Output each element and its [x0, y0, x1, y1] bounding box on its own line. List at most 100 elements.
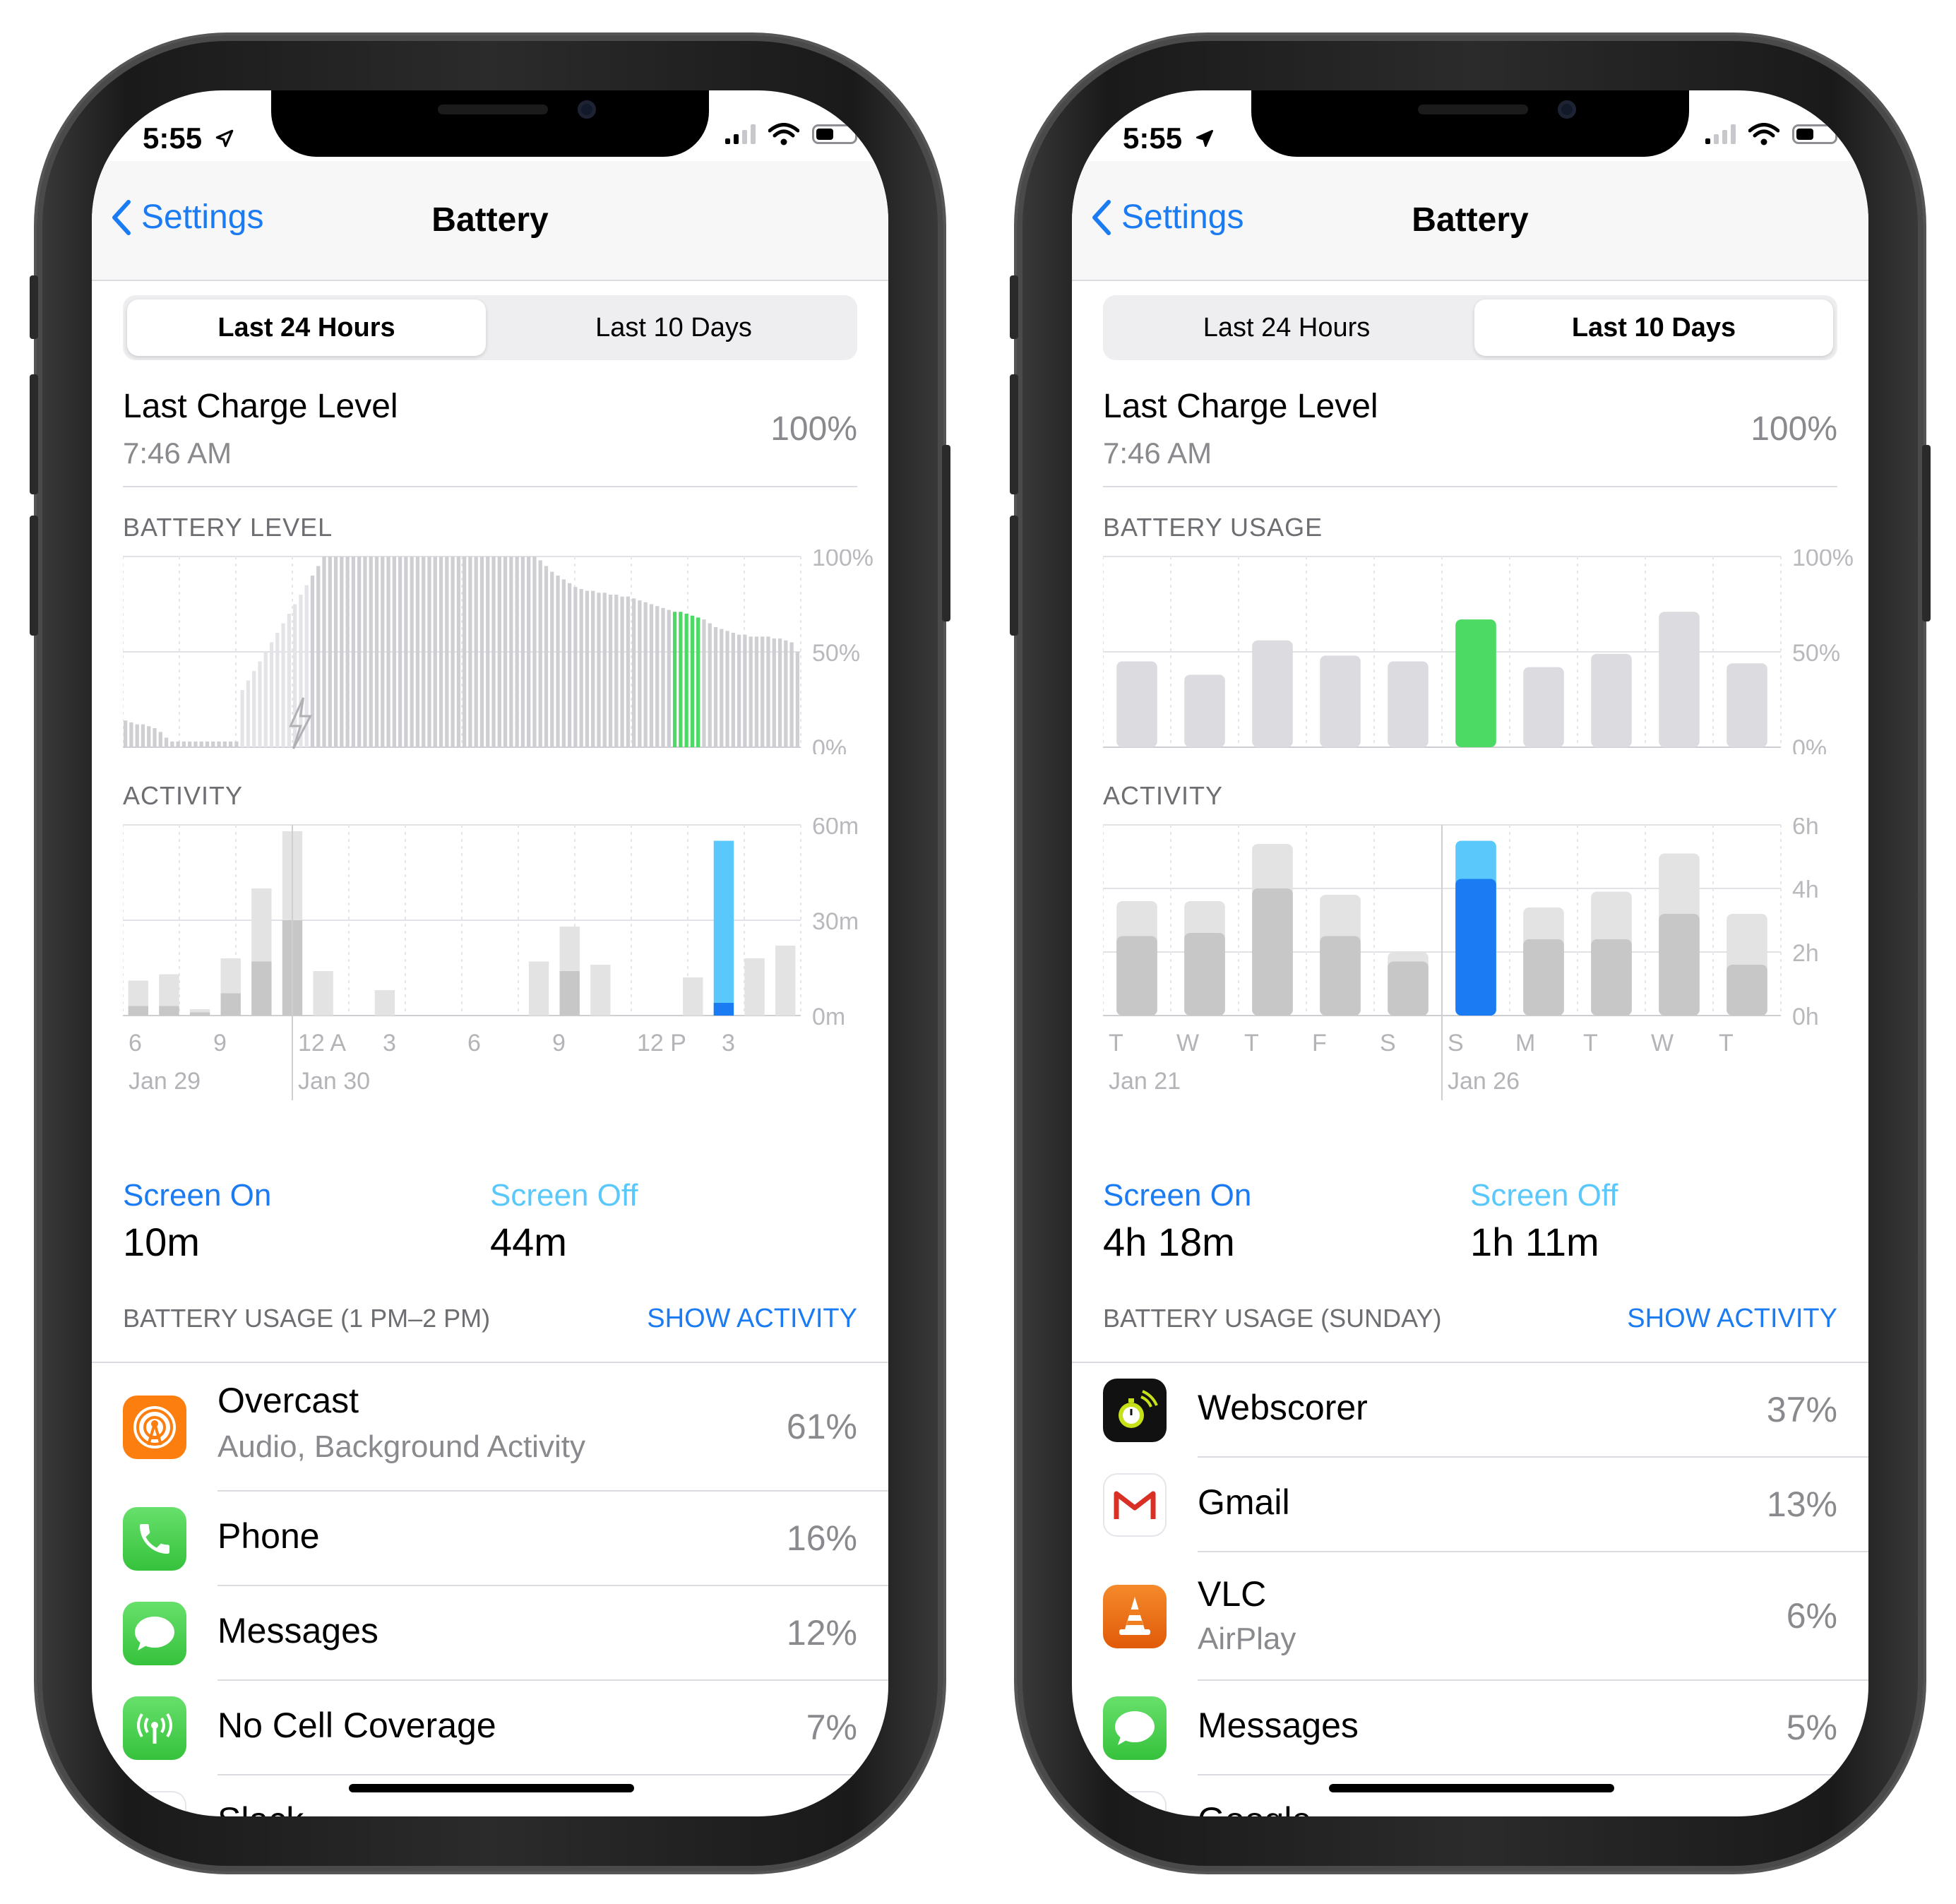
google-icon	[1103, 1791, 1167, 1816]
time-range-segmented-control: Last 24 Hours Last 10 Days	[1103, 295, 1837, 360]
show-activity-button[interactable]: SHOW ACTIVITY	[647, 1304, 857, 1334]
battery-level-bar	[486, 557, 490, 747]
x-tick-label: S	[1380, 1030, 1396, 1057]
battery-level-bar	[263, 652, 268, 747]
app-percentage: 12%	[786, 1613, 857, 1653]
x-tick-label: W	[1176, 1030, 1199, 1057]
app-subtitle: AirPlay	[1198, 1622, 1296, 1656]
battery-level-bar	[655, 606, 660, 747]
battery-level-bar	[222, 741, 227, 747]
battery-level-bar	[597, 593, 601, 747]
screen-on-value: 10m	[123, 1220, 200, 1264]
app-row-no-cell-coverage[interactable]: No Cell Coverage 7%	[92, 1681, 888, 1775]
last-charge-time: 7:46 AM	[123, 436, 232, 470]
app-row-overcast[interactable]: Overcast Audio, Background Activity 61%	[92, 1363, 888, 1492]
status-icons	[1705, 123, 1841, 145]
battery-level-bar	[433, 557, 437, 747]
screen-on-bar	[1252, 888, 1293, 1016]
battery-level-bar	[363, 557, 367, 747]
y-tick-label: 50%	[1792, 640, 1840, 667]
x-tick-label: 12 P	[637, 1030, 686, 1057]
battery-level-bar	[544, 566, 549, 747]
screen-off-value: 44m	[490, 1220, 567, 1264]
activity-label: ACTIVITY	[1103, 781, 1224, 810]
app-percentage: 5%	[1786, 1708, 1837, 1747]
screen-on-bar	[559, 971, 580, 1016]
y-tick-label: 60m	[812, 818, 859, 840]
battery-level-bar	[181, 741, 186, 747]
app-row-phone[interactable]: Phone 16%	[92, 1492, 888, 1586]
signal-icon	[725, 124, 756, 144]
phone-right: 5:55 Settings Battery Last 24 Hours Last…	[1010, 35, 1931, 1872]
segment-last-10-days[interactable]: Last 10 Days	[494, 299, 853, 356]
app-row-messages[interactable]: Messages 5%	[1072, 1681, 1868, 1775]
screen-on-bar	[1659, 914, 1700, 1016]
app-usage-list: Webscorer 37% Gmail 13% VLC AirPlay 6% M…	[1072, 1362, 1868, 1816]
battery-level-bar	[176, 741, 180, 747]
app-percentage: 13%	[1766, 1484, 1837, 1524]
messages-icon	[123, 1602, 186, 1665]
battery-level-bar	[509, 557, 513, 747]
app-row-google[interactable]: Google 5%	[1072, 1775, 1868, 1816]
battery-level-bar	[340, 557, 344, 747]
screen-on-label: Screen On	[123, 1178, 272, 1213]
battery-icon	[1792, 124, 1841, 144]
battery-level-bar	[684, 614, 688, 747]
battery-level-bar	[415, 557, 420, 747]
screen-on-bar	[713, 1003, 734, 1016]
battery-level-bar	[234, 741, 239, 747]
x-tick-label: 3	[722, 1030, 735, 1057]
app-percentage: 4%	[806, 1802, 857, 1816]
x-tick-label: T	[1583, 1030, 1598, 1057]
last-charge-row: Last Charge Level 7:46 AM 100%	[123, 373, 857, 487]
phone-icon	[123, 1507, 186, 1571]
battery-level-bar	[269, 642, 274, 747]
battery-level-bar	[649, 604, 654, 747]
battery-level-bar	[322, 557, 326, 747]
segment-last-24-hours[interactable]: Last 24 Hours	[1107, 299, 1466, 356]
battery-level-bar	[784, 640, 788, 747]
screen-on-bar	[251, 961, 272, 1016]
battery-level-bar	[240, 690, 244, 747]
screen: 5:55 Settings Battery Last 24 Hours Last…	[92, 90, 888, 1816]
battery-icon	[812, 124, 861, 144]
battery-level-bar	[795, 652, 799, 747]
app-name: Gmail	[1198, 1482, 1290, 1522]
app-row-gmail[interactable]: Gmail 13%	[1072, 1458, 1868, 1552]
battery-level-bar	[345, 557, 350, 747]
last-charge-value: 100%	[1751, 410, 1837, 448]
battery-level-bar	[135, 724, 139, 747]
battery-level-bar	[713, 626, 718, 747]
x-tick-label: 6	[129, 1030, 142, 1057]
x-tick-label: 3	[383, 1030, 396, 1057]
battery-level-bar	[299, 595, 303, 747]
status-time: 5:55	[143, 121, 236, 155]
date-label: Jan 30	[298, 1068, 370, 1095]
app-row-webscorer[interactable]: Webscorer 37%	[1072, 1363, 1868, 1458]
app-row-messages[interactable]: Messages 12%	[92, 1586, 888, 1681]
home-indicator[interactable]	[1329, 1784, 1614, 1792]
show-activity-button[interactable]: SHOW ACTIVITY	[1627, 1304, 1837, 1334]
battery-level-bar	[725, 631, 729, 747]
battery-level-bar	[743, 634, 747, 747]
battery-level-bar	[608, 595, 613, 747]
battery-usage-bar	[1523, 667, 1564, 747]
app-row-vlc[interactable]: VLC AirPlay 6%	[1072, 1552, 1868, 1681]
app-row-slack[interactable]: Slack 4%	[92, 1775, 888, 1816]
battery-level-bar	[252, 671, 256, 747]
gmail-icon	[1103, 1473, 1167, 1537]
battery-level-bar	[328, 557, 332, 747]
battery-usage-label: BATTERY USAGE (SUNDAY)	[1103, 1304, 1442, 1333]
app-name: Overcast	[217, 1381, 359, 1420]
y-tick-label: 100%	[812, 549, 873, 571]
segment-last-10-days[interactable]: Last 10 Days	[1474, 299, 1833, 356]
segment-last-24-hours[interactable]: Last 24 Hours	[127, 299, 486, 356]
battery-usage-bar	[1455, 619, 1496, 747]
last-charge-row: Last Charge Level 7:46 AM 100%	[1103, 373, 1837, 487]
battery-level-bar	[427, 557, 431, 747]
x-tick-label: M	[1515, 1030, 1535, 1057]
y-tick-label: 0%	[812, 735, 847, 754]
antenna-icon	[123, 1696, 186, 1760]
battery-level-bar	[479, 557, 484, 747]
home-indicator[interactable]	[349, 1784, 634, 1792]
